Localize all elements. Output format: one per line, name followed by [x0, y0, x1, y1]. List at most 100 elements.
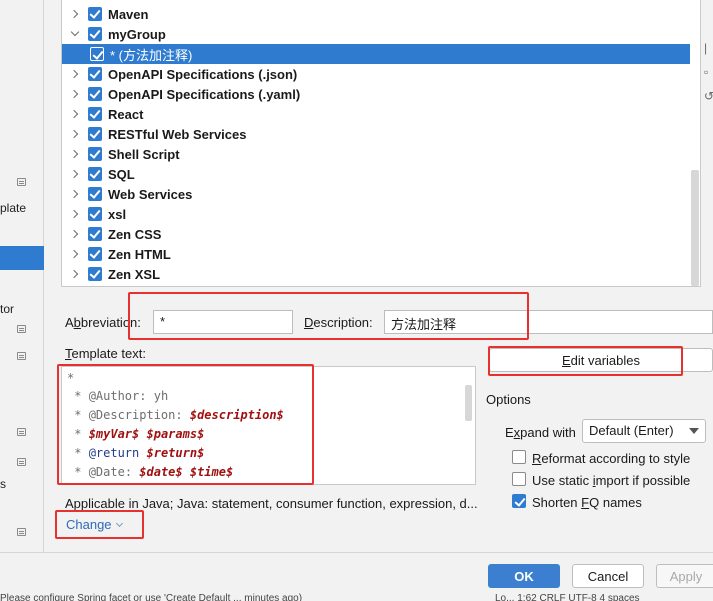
template-text-label: Template text:	[65, 346, 146, 361]
tree-row-webservices[interactable]: Web Services	[62, 184, 690, 204]
status-bar-info: Lo... 1:62 CRLF UTF-8 4 spaces	[495, 593, 640, 601]
shorten-fq-checkbox[interactable]	[512, 494, 526, 508]
chevron-right-icon[interactable]	[70, 129, 80, 139]
template-line: * @Date: $date$ $time$	[67, 465, 234, 479]
description-input[interactable]: 方法加注释	[384, 310, 713, 334]
settings-node-icon	[17, 428, 26, 436]
abbreviation-input[interactable]: *	[153, 310, 293, 334]
expand-with-select[interactable]: Default (Enter)	[582, 419, 706, 443]
tree-row-openapi-yaml[interactable]: OpenAPI Specifications (.yaml)	[62, 84, 690, 104]
template-text-editor[interactable]: * * @Author: yh * @Description: $descrip…	[61, 366, 476, 485]
tree-row-label: Zen XSL	[108, 266, 161, 282]
chevron-right-icon[interactable]	[70, 189, 80, 199]
tree-row-label: xsl	[108, 206, 127, 222]
change-context-link[interactable]: Change	[66, 517, 123, 532]
tree-row-zencss[interactable]: Zen CSS	[62, 224, 690, 244]
tree-row-label: SQL	[108, 166, 135, 182]
settings-node-label[interactable]: s	[0, 477, 6, 491]
description-label: Description:	[304, 315, 373, 330]
chevron-right-icon[interactable]	[70, 89, 80, 99]
tree-row-shell[interactable]: Shell Script	[62, 144, 690, 164]
copy-icon[interactable]: ▫	[704, 66, 713, 78]
template-line: * $myVar$ $params$	[67, 427, 205, 441]
chevron-down-icon[interactable]	[70, 29, 80, 39]
reformat-checkbox[interactable]	[512, 450, 526, 464]
tree-row-zenxsl[interactable]: Zen XSL	[62, 264, 690, 284]
options-heading: Options	[486, 392, 531, 407]
chevron-right-icon[interactable]	[70, 249, 80, 259]
add-icon[interactable]: |	[704, 42, 713, 54]
settings-node-icon	[17, 352, 26, 360]
static-import-checkbox[interactable]	[512, 472, 526, 486]
chevron-right-icon[interactable]	[70, 169, 80, 179]
settings-node-icon	[17, 528, 26, 536]
chevron-down-icon	[689, 428, 699, 434]
tree-row-sql[interactable]: SQL	[62, 164, 690, 184]
settings-node-icon	[17, 325, 26, 333]
tree-row-label: Shell Script	[108, 146, 180, 162]
checkbox-checked[interactable]	[88, 207, 102, 221]
tree-row-xsl[interactable]: xsl	[62, 204, 690, 224]
tree-row-label: myGroup	[108, 26, 166, 42]
checkbox-checked[interactable]	[90, 47, 104, 61]
tree-row-label: RESTful Web Services	[108, 126, 247, 142]
chevron-right-icon[interactable]	[70, 9, 80, 19]
checkbox-checked[interactable]	[88, 187, 102, 201]
settings-node-label[interactable]: plate	[0, 201, 26, 215]
restore-icon[interactable]: ↺	[704, 90, 713, 102]
tree-row-maven[interactable]: Maven	[62, 4, 690, 24]
checkbox-checked[interactable]	[88, 247, 102, 261]
tree-row-restful[interactable]: RESTful Web Services	[62, 124, 690, 144]
chevron-right-icon[interactable]	[70, 109, 80, 119]
chevron-right-icon[interactable]	[70, 69, 80, 79]
tree-row-react[interactable]: React	[62, 104, 690, 124]
settings-node-icon	[17, 458, 26, 466]
tree-row-label: * (方法加注释)	[110, 47, 193, 63]
reformat-label: Reformat according to style	[532, 451, 691, 466]
live-templates-tree: Maven myGroup * (方法加注释) OpenAPI Specific…	[61, 0, 701, 287]
chevron-right-icon[interactable]	[70, 209, 80, 219]
expand-with-value: Default (Enter)	[589, 423, 674, 438]
checkbox-checked[interactable]	[88, 267, 102, 281]
applicable-context-text: Applicable in Java; Java: statement, con…	[65, 496, 478, 511]
abbreviation-label: Abbreviation:	[65, 315, 141, 330]
settings-node-label[interactable]: tor	[0, 302, 14, 316]
checkbox-checked[interactable]	[88, 107, 102, 121]
checkbox-checked[interactable]	[88, 167, 102, 181]
checkbox-checked[interactable]	[88, 7, 102, 21]
apply-button[interactable]: Apply	[656, 564, 713, 588]
status-bar-text: Please configure Spring facet or use 'Cr…	[0, 593, 303, 601]
chevron-down-icon	[115, 519, 123, 528]
checkbox-checked[interactable]	[88, 67, 102, 81]
tree-row-template-selected[interactable]: * (方法加注释)	[62, 44, 690, 64]
checkbox-checked[interactable]	[88, 87, 102, 101]
tree-row-openapi-json[interactable]: OpenAPI Specifications (.json)	[62, 64, 690, 84]
static-import-label: Use static import if possible	[532, 473, 691, 488]
tree-row-label: Zen HTML	[108, 246, 171, 262]
settings-node-icon	[17, 178, 26, 186]
chevron-right-icon[interactable]	[70, 269, 80, 279]
checkbox-checked[interactable]	[88, 147, 102, 161]
checkbox-checked[interactable]	[88, 227, 102, 241]
checkbox-checked[interactable]	[88, 127, 102, 141]
chevron-right-icon[interactable]	[70, 149, 80, 159]
tree-row-label: Maven	[108, 6, 149, 22]
chevron-right-icon[interactable]	[70, 229, 80, 239]
settings-node-selected[interactable]	[0, 246, 44, 270]
template-line: *	[67, 371, 75, 385]
tree-row-mygroup[interactable]: myGroup	[62, 24, 690, 44]
tree-scrollbar[interactable]	[691, 170, 699, 286]
checkbox-checked[interactable]	[88, 27, 102, 41]
ok-button[interactable]: OK	[488, 564, 560, 588]
tree-row-label: Zen CSS	[108, 226, 162, 242]
template-line: * @Author: yh	[67, 389, 169, 403]
edit-variables-button[interactable]: Edit variables	[489, 348, 713, 372]
settings-tree-strip: plate tor s	[0, 0, 44, 601]
tree-row-zenhtml[interactable]: Zen HTML	[62, 244, 690, 264]
template-line: * @return $return$	[67, 446, 205, 460]
cancel-button[interactable]: Cancel	[572, 564, 644, 588]
expand-with-label: Expand with	[505, 425, 576, 440]
shorten-fq-label: Shorten FQ names	[532, 495, 642, 510]
editor-scrollbar[interactable]	[465, 385, 472, 421]
tree-row-label: Web Services	[108, 186, 193, 202]
